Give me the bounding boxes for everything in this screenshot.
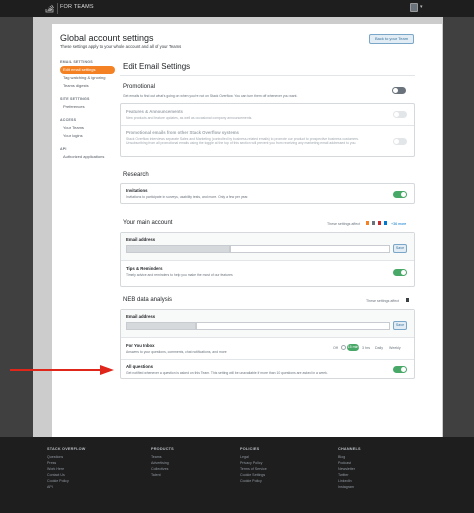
sidebar-item-tag-watching[interactable]: Tag watching & ignoring (60, 74, 115, 82)
sidebar-item-edit-email-settings[interactable]: Edit email settings (60, 66, 115, 74)
main-email-redacted (126, 245, 230, 253)
site-icon-4 (384, 221, 387, 225)
sidebar-heading-access: ACCESS (60, 118, 77, 122)
inbox-description: Answers to your questions, comments, cha… (126, 350, 227, 354)
tips-title: Tips & Reminders (126, 266, 163, 271)
features-row: Features & Announcements New products an… (121, 104, 414, 126)
main-account-heading: Your main account (123, 220, 173, 226)
sidebar-heading-site: SITE SETTINGS (60, 97, 90, 101)
sidebar-heading-api: API (60, 147, 67, 151)
all-questions-toggle[interactable] (393, 366, 407, 373)
neb-box: Email address Save For You Inbox Answers… (120, 309, 415, 379)
footer-link-api[interactable]: API (47, 484, 86, 490)
sidebar-heading-email: EMAIL SETTINGS (60, 60, 93, 64)
site-icon-2 (372, 221, 375, 225)
footer-column-policies: POLICIES Legal Privacy Policy Terms of S… (240, 447, 267, 484)
neb-affects-note: These settings affect (366, 299, 400, 303)
frequency-radio[interactable] (341, 345, 346, 350)
page-subtitle: These settings apply to your whole accou… (60, 44, 182, 49)
frequency-weekly[interactable]: Weekly (389, 346, 401, 350)
footer-link-instagram[interactable]: Instagram (338, 484, 361, 490)
main-account-affects-note: These settings affect (327, 222, 361, 226)
sidebar-item-your-logins[interactable]: Your logins (60, 132, 115, 140)
stack-overflow-logo-icon[interactable] (45, 4, 55, 13)
promo-systems-toggle[interactable] (393, 138, 407, 145)
tips-row: Tips & Reminders Timely advice and remin… (121, 261, 414, 288)
promo-systems-title: Promotional emails from other Stack Over… (126, 130, 239, 135)
all-questions-row: All questions Get notified whenever a qu… (121, 360, 414, 380)
invitations-toggle[interactable] (393, 191, 407, 198)
frequency-3hrs[interactable]: 3 hrs (362, 346, 370, 350)
footer-column-stack-overflow: STACK OVERFLOW Questions Press Work Here… (47, 447, 86, 490)
main-email-row: Email address Save (121, 233, 414, 261)
tips-toggle[interactable] (393, 269, 407, 276)
inbox-row: For You Inbox Answers to your questions,… (121, 338, 414, 360)
back-to-team-button[interactable]: Back to your Team (369, 34, 414, 44)
annotation-arrow-shaft (10, 369, 102, 371)
footer-heading: STACK OVERFLOW (47, 447, 86, 451)
neb-heading: NEB data analysis (123, 297, 173, 303)
title-divider (120, 75, 415, 76)
footer-column-channels: CHANNELS Blog Podcast Newsletter Twitter… (338, 447, 361, 490)
neb-email-input[interactable] (196, 322, 390, 330)
main-email-input[interactable] (230, 245, 390, 253)
main-email-save-button[interactable]: Save (393, 244, 407, 253)
neb-email-row: Email address Save (121, 310, 414, 338)
tips-description: Timely advice and reminders to help you … (126, 273, 233, 277)
promotional-description: Get emails to find out what's going on w… (123, 94, 298, 98)
topbar-divider (57, 3, 58, 14)
promo-systems-description: Stack Overflow interviews separate Sales… (126, 137, 359, 146)
footer-link-cookie-policy-2[interactable]: Cookie Policy (240, 478, 267, 484)
neb-email-save-button[interactable]: Save (393, 321, 407, 330)
sidebar-item-preferences[interactable]: Preferences (60, 103, 115, 111)
research-box: Invitations Invitations to participate i… (120, 183, 415, 204)
inbox-title: For You Inbox (126, 343, 155, 348)
site-icon-3 (378, 221, 381, 225)
all-questions-description: Get notified whenever a question is aske… (126, 371, 328, 375)
all-questions-title: All questions (126, 364, 153, 369)
site-icon-1 (366, 221, 369, 225)
sidebar-item-teams-digests[interactable]: Teams digests (60, 82, 115, 90)
frequency-off[interactable]: Off (333, 346, 338, 350)
chevron-down-icon[interactable]: ▾ (420, 4, 423, 10)
invitations-row: Invitations Invitations to participate i… (121, 184, 414, 205)
for-teams-label[interactable]: FOR TEAMS (60, 4, 94, 10)
neb-email-label: Email address (126, 314, 156, 319)
main-email-label: Email address (126, 237, 156, 242)
invitations-description: Invitations to participate in surveys, u… (126, 195, 249, 199)
features-description: New products and feature updates, as wel… (126, 116, 253, 120)
research-heading: Research (123, 172, 149, 178)
footer-link-talent[interactable]: Talent (151, 472, 174, 478)
settings-sidebar: EMAIL SETTINGS Edit email settings Tag w… (60, 60, 115, 161)
footer-heading: CHANNELS (338, 447, 361, 451)
page-title: Global account settings (60, 33, 154, 43)
features-toggle[interactable] (393, 111, 407, 118)
footer-heading: PRODUCTS (151, 447, 174, 451)
frequency-15min[interactable]: 15 min (347, 344, 359, 351)
footer-heading: POLICIES (240, 447, 260, 451)
promotional-toggle[interactable] (392, 87, 406, 94)
promo-systems-row: Promotional emails from other Stack Over… (121, 126, 414, 158)
sidebar-item-authorized-apps[interactable]: Authorized applications (60, 153, 115, 161)
neb-email-redacted (126, 322, 196, 330)
promotional-heading: Promotional (123, 84, 156, 90)
promotional-box: Features & Announcements New products an… (120, 103, 415, 157)
features-title: Features & Announcements (126, 109, 183, 114)
team-icon (406, 298, 409, 302)
frequency-daily[interactable]: Daily (375, 346, 383, 350)
more-sites-link[interactable]: +36 more (391, 222, 406, 226)
footer-column-products: PRODUCTS Teams Advertising Collectives T… (151, 447, 174, 478)
main-account-box: Email address Save Tips & Reminders Time… (120, 232, 415, 287)
user-avatar[interactable] (410, 3, 418, 12)
section-title: Edit Email Settings (123, 62, 191, 71)
invitations-title: Invitations (126, 188, 148, 193)
sidebar-item-your-teams[interactable]: Your Teams (60, 124, 115, 132)
annotation-arrow-icon (100, 365, 114, 375)
